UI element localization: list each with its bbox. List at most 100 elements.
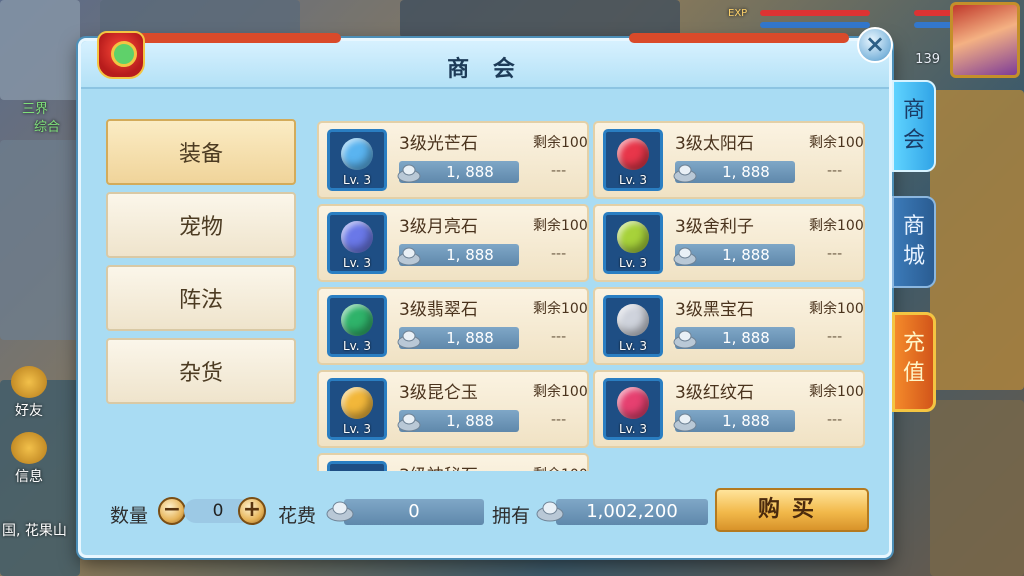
hp-bar [760, 10, 870, 16]
item-price: 1, 888 [673, 244, 795, 266]
item-name: 3级红纹石 [675, 383, 754, 403]
item-limit-dash: --- [551, 329, 567, 345]
friends-label: 好友 [15, 403, 43, 419]
cost-label: 花费 [278, 505, 317, 527]
silver-ingot-icon [397, 330, 421, 349]
item-icon-frame: Lv. 3 [603, 129, 663, 191]
item-price: 1, 888 [673, 410, 795, 432]
purchase-bar: 数量 − 0 + 花费 0 拥有 1,002,200 购买 [106, 487, 876, 537]
item-price-value: 1, 888 [446, 246, 494, 264]
item-limit-dash: --- [827, 246, 843, 262]
item-price-value: 1, 888 [446, 412, 494, 430]
black-gem-icon [617, 304, 649, 336]
decrease-quantity-button[interactable]: − [158, 497, 186, 525]
silver-ingot-icon [536, 501, 564, 522]
item-name: 3级月亮石 [399, 217, 478, 237]
item-remaining: 剩余100 [809, 384, 864, 400]
category-formations[interactable]: 阵法 [106, 265, 296, 331]
friends-icon [11, 366, 47, 398]
dialog-title: 商 会 [447, 57, 523, 82]
item-limit-dash: --- [551, 412, 567, 428]
item-card[interactable]: Lv. 3 3级太阳石 剩余100 1, 888 --- [593, 121, 865, 199]
item-price: 1, 888 [397, 161, 519, 183]
increase-quantity-button[interactable]: + [238, 497, 266, 525]
item-level: Lv. 3 [342, 339, 372, 353]
item-price: 1, 888 [397, 327, 519, 349]
item-limit-dash: --- [827, 412, 843, 428]
item-card[interactable]: Lv. 3 3级翡翠石 剩余100 1, 888 --- [317, 287, 589, 365]
item-price-value: 1, 888 [722, 163, 770, 181]
item-remaining: 剩余100 [533, 135, 588, 151]
item-icon-frame: Lv. 3 [603, 295, 663, 357]
item-level: Lv. 3 [618, 256, 648, 270]
chamber-of-commerce-dialog: 商 会 × 装备 宠物 阵法 杂货 Lv. 3 3级光芒石 剩余100 1, 888-… [78, 27, 893, 558]
player-level-number: 139 [915, 52, 940, 67]
item-card[interactable]: Lv. 3 3级舍利子 剩余100 1, 888 --- [593, 204, 865, 282]
item-price: 1, 888 [673, 161, 795, 183]
exp-label: EXP [728, 8, 748, 19]
kunlun-jade-icon [341, 387, 373, 419]
friends-button[interactable]: 好友 [8, 366, 50, 420]
item-remaining: 剩余100 [809, 135, 864, 151]
item-name: 3级昆仑玉 [399, 383, 478, 403]
messages-label: 信息 [15, 469, 43, 485]
item-remaining: 剩余100 [533, 218, 588, 234]
owned-value: 1,002,200 [556, 499, 708, 525]
silver-ingot-icon [673, 164, 697, 183]
item-price-value: 1, 888 [446, 163, 494, 181]
item-price: 1, 888 [397, 244, 519, 266]
category-equipment[interactable]: 装备 [106, 119, 296, 185]
item-remaining: 剩余100 [533, 301, 588, 317]
header-ribbon-left [121, 33, 341, 43]
item-price: 1, 888 [673, 327, 795, 349]
item-card[interactable]: 3级神秘石 剩余100 [317, 453, 589, 471]
item-card[interactable]: Lv. 3 3级光芒石 剩余100 1, 888 --- [317, 121, 589, 199]
item-price-value: 1, 888 [722, 246, 770, 264]
owned-label: 拥有 [492, 505, 531, 527]
item-card[interactable]: Lv. 3 3级昆仑玉 剩余100 1, 888 --- [317, 370, 589, 448]
world-label-zonghe: 综合 [34, 120, 61, 135]
item-limit-dash: --- [551, 246, 567, 262]
item-remaining: 剩余100 [809, 218, 864, 234]
item-card[interactable]: Lv. 3 3级黑宝石 剩余100 1, 888 --- [593, 287, 865, 365]
silver-ingot-icon [326, 501, 354, 522]
tab-mall[interactable]: 商城 [892, 196, 936, 288]
world-label-sanjie: 三界 [22, 102, 49, 117]
item-icon-frame: Lv. 3 [603, 212, 663, 274]
item-price-value: 1, 888 [446, 329, 494, 347]
silver-ingot-icon [673, 330, 697, 349]
item-level: Lv. 3 [342, 173, 372, 187]
item-name: 3级神秘石 [399, 461, 478, 471]
sun-stone-icon [617, 138, 649, 170]
item-card[interactable]: Lv. 3 3级月亮石 剩余100 1, 888 --- [317, 204, 589, 282]
item-level: Lv. 3 [618, 422, 648, 436]
relic-beads-icon [617, 221, 649, 253]
item-icon-frame: Lv. 3 [603, 378, 663, 440]
item-price-value: 1, 888 [722, 412, 770, 430]
silver-ingot-icon [397, 164, 421, 183]
item-grid[interactable]: Lv. 3 3级光芒石 剩余100 1, 888 --- Lv. 3 3级太阳石 剩余100 1… [317, 121, 869, 471]
buy-button[interactable]: 购买 [715, 488, 869, 532]
messages-button[interactable]: 信息 [8, 432, 50, 486]
silver-ingot-icon [673, 413, 697, 432]
item-icon-frame: Lv. 3 [327, 378, 387, 440]
silver-ingot-icon [397, 247, 421, 266]
silver-ingot-icon [673, 247, 697, 266]
item-level: Lv. 3 [342, 422, 372, 436]
item-icon-frame: Lv. 3 [327, 212, 387, 274]
item-card[interactable]: Lv. 3 3级红纹石 剩余100 1, 888 --- [593, 370, 865, 448]
close-button[interactable]: × [857, 27, 893, 63]
player-avatar[interactable] [950, 2, 1020, 78]
category-misc[interactable]: 杂货 [106, 338, 296, 404]
category-list: 装备 宠物 阵法 杂货 [106, 119, 296, 411]
category-pets[interactable]: 宠物 [106, 192, 296, 258]
item-icon-frame: Lv. 3 [327, 129, 387, 191]
tab-chamber-of-commerce[interactable]: 商会 [892, 80, 936, 172]
item-limit-dash: --- [827, 329, 843, 345]
item-limit-dash: --- [551, 163, 567, 179]
header-ribbon-right [629, 33, 849, 43]
item-name: 3级太阳石 [675, 134, 754, 154]
item-name: 3级翡翠石 [399, 300, 478, 320]
tab-recharge[interactable]: 充值 [892, 312, 936, 412]
jade-stone-icon [341, 304, 373, 336]
